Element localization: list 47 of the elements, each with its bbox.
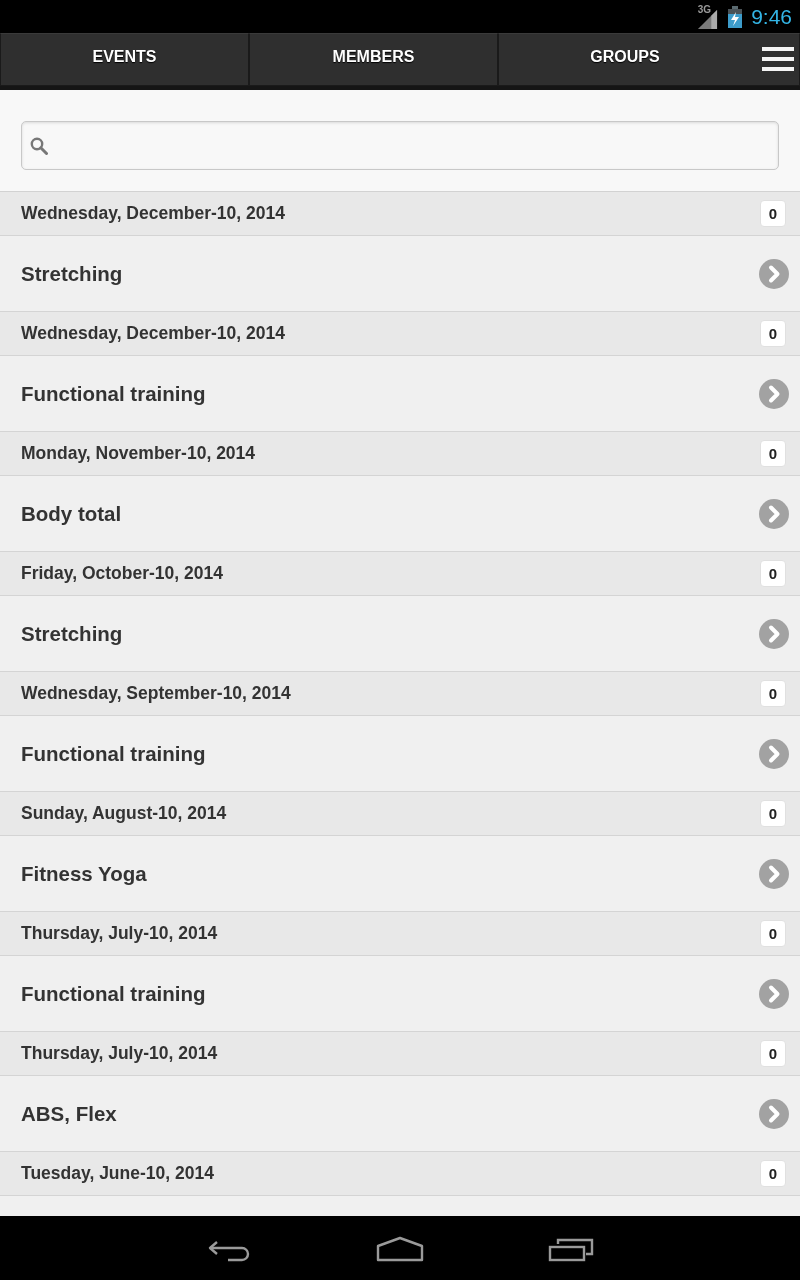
chevron-right-icon — [759, 498, 789, 529]
event-date: Sunday, August-10, 2014 — [21, 803, 227, 824]
event-title: Body total — [21, 501, 122, 526]
count-badge: 0 — [760, 920, 786, 947]
chevron-right-icon — [759, 258, 789, 289]
count-badge: 0 — [760, 1160, 786, 1187]
chevron-right-icon — [759, 618, 789, 649]
nav-tab[interactable]: GROUPS — [498, 33, 800, 86]
event-title: Stretching — [21, 621, 123, 646]
count-badge: 0 — [760, 440, 786, 467]
event-title: Stretching — [21, 261, 123, 286]
chevron-right-icon — [759, 378, 789, 409]
chevron-right-icon — [759, 978, 789, 1009]
event-title: Fitness Yoga — [21, 861, 147, 886]
clock-time: 9:46 — [751, 4, 792, 29]
event-date: Tuesday, June-10, 2014 — [21, 1163, 214, 1184]
event-title: Functional training — [21, 381, 206, 406]
count-badge: 0 — [760, 560, 786, 587]
event-title: Functional training — [21, 981, 206, 1006]
chevron-right-icon — [759, 1098, 789, 1129]
menu-icon[interactable] — [762, 47, 794, 71]
search-field[interactable] — [21, 121, 779, 170]
nav-tab[interactable]: MEMBERS — [249, 33, 498, 86]
event-date: Monday, November-10, 2014 — [21, 443, 256, 464]
chevron-right-icon — [759, 738, 789, 769]
event-date: Wednesday, September-10, 2014 — [21, 683, 291, 704]
back-icon[interactable] — [208, 1238, 252, 1262]
count-badge: 0 — [760, 200, 786, 227]
count-badge: 0 — [760, 680, 786, 707]
recent-apps-icon[interactable] — [548, 1238, 594, 1262]
signal-icon — [697, 7, 719, 29]
event-date: Thursday, July-10, 2014 — [21, 1043, 218, 1064]
battery-charging-icon — [728, 5, 743, 28]
count-badge: 0 — [760, 320, 786, 347]
search-icon — [30, 136, 48, 155]
home-icon[interactable] — [376, 1236, 424, 1262]
event-title: Functional training — [21, 741, 206, 766]
event-date: Wednesday, December-10, 2014 — [21, 203, 285, 224]
network-label: 3G — [697, 5, 711, 15]
nav-tab[interactable]: EVENTS — [0, 33, 249, 86]
event-date: Wednesday, December-10, 2014 — [21, 323, 285, 344]
event-date: Thursday, July-10, 2014 — [21, 923, 218, 944]
count-badge: 0 — [760, 1040, 786, 1067]
count-badge: 0 — [760, 800, 786, 827]
event-date: Friday, October-10, 2014 — [21, 563, 223, 584]
chevron-right-icon — [759, 858, 789, 889]
event-title: ABS, Flex — [21, 1101, 117, 1126]
